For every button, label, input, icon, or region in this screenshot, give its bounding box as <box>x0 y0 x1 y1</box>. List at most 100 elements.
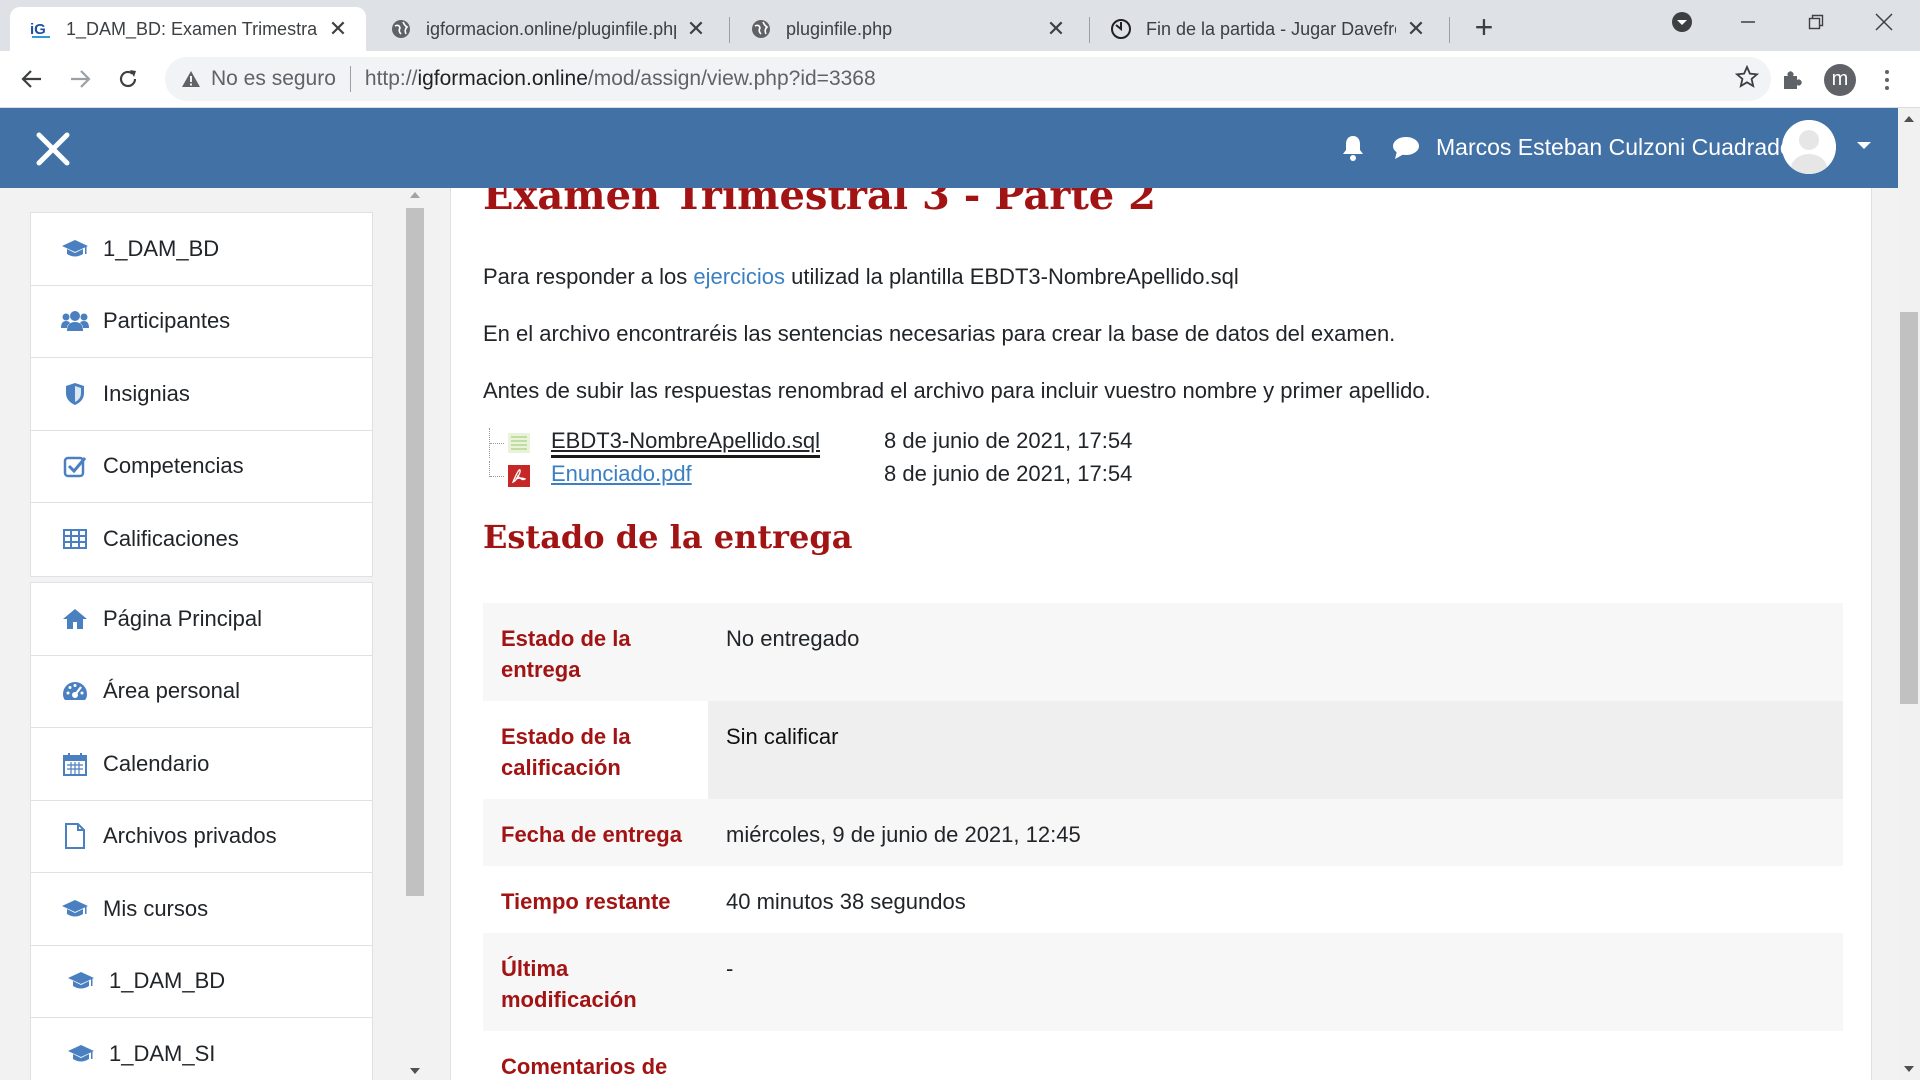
browser-tab[interactable]: igformacion.online/pluginfile.php ✕ <box>370 7 724 51</box>
status-label: Fecha de entrega <box>483 799 708 866</box>
close-tab-icon[interactable]: ✕ <box>684 16 708 41</box>
nav-item-course-dam-bd[interactable]: 1_DAM_BD <box>31 946 372 1018</box>
forward-button[interactable] <box>62 61 98 97</box>
arrow-right-icon <box>71 70 91 88</box>
browser-tab-strip: iG 1_DAM_BD: Examen Trimestral 3 ✕ igfor… <box>0 0 1920 51</box>
browser-menu-icon[interactable] <box>1876 65 1898 95</box>
check-square-icon <box>61 452 89 480</box>
file-row: Enunciado.pdf 8 de junio de 2021, 17:54 <box>489 461 1289 491</box>
browser-tab[interactable]: Fin de la partida - Jugar Davefron ✕ <box>1090 7 1444 51</box>
back-button[interactable] <box>14 61 50 97</box>
nav-item-course-dam-si[interactable]: 1_DAM_SI <box>31 1018 372 1080</box>
status-value: - <box>708 933 1843 1031</box>
chat-bubble-icon[interactable] <box>1392 136 1420 165</box>
nav-item-dashboard[interactable]: Área personal <box>31 656 372 728</box>
tab-title: 1_DAM_BD: Examen Trimestral 3 <box>66 18 318 39</box>
reload-button[interactable] <box>110 61 146 97</box>
nav-item-badges[interactable]: Insignias <box>31 358 372 431</box>
nav-item-home[interactable]: Página Principal <box>31 583 372 656</box>
new-tab-button[interactable]: + <box>1466 10 1502 46</box>
scroll-down-arrow-icon[interactable] <box>1904 1066 1914 1072</box>
nav-item-participants[interactable]: Participantes <box>31 286 372 358</box>
status-label: Estado de la calificación <box>501 724 631 780</box>
restore-button[interactable] <box>1784 0 1848 44</box>
drawer-scrollbar[interactable] <box>404 188 426 1080</box>
close-tab-icon[interactable]: ✕ <box>326 16 350 41</box>
close-window-button[interactable] <box>1852 0 1916 44</box>
user-silhouette-icon <box>1782 120 1836 174</box>
reload-icon <box>119 70 137 88</box>
status-value: miércoles, 9 de junio de 2021, 12:45 <box>708 799 1843 866</box>
page-scroll-thumb[interactable] <box>1900 312 1918 704</box>
tab-search-button[interactable] <box>1650 0 1714 44</box>
globe-icon <box>390 18 412 40</box>
tab-title: igformacion.online/pluginfile.php <box>426 18 676 39</box>
nav-item-private-files[interactable]: Archivos privados <box>31 801 372 873</box>
graduation-cap-icon <box>61 895 89 923</box>
page-scrollbar[interactable] <box>1898 108 1920 1080</box>
extensions-puzzle-icon[interactable] <box>1777 65 1807 95</box>
scroll-down-arrow-icon[interactable] <box>410 1068 420 1074</box>
intro-paragraph-1: Para responder a los ejercicios utilizad… <box>483 264 1239 290</box>
table-row: Última modificación - <box>483 933 1843 1031</box>
close-drawer-icon[interactable] <box>34 130 72 168</box>
intro-text: utilizad la plantilla EBDT3-NombreApelli… <box>785 264 1239 289</box>
status-value <box>708 1031 1843 1080</box>
tab-title: Fin de la partida - Jugar Davefron <box>1146 18 1396 39</box>
file-date: 8 de junio de 2021, 17:54 <box>884 428 1133 453</box>
chevron-down-circle-icon <box>1672 12 1692 32</box>
nav-item-label: 1_DAM_BD <box>109 968 226 994</box>
file-row: EBDT3-NombreApellido.sql 8 de junio de 2… <box>489 428 1289 458</box>
browser-tab[interactable]: pluginfile.php ✕ <box>730 7 1084 51</box>
drawer-scroll-thumb[interactable] <box>406 208 424 896</box>
scroll-up-arrow-icon[interactable] <box>1904 116 1914 122</box>
tab-title: pluginfile.php <box>786 18 893 39</box>
status-label: Tiempo restante <box>501 889 671 914</box>
ig-logo-icon: iG <box>30 18 52 40</box>
shield-icon <box>61 380 89 408</box>
file-link-sql[interactable]: EBDT3-NombreApellido.sql <box>551 428 820 458</box>
home-icon <box>61 605 89 633</box>
security-label[interactable]: No es seguro <box>211 67 336 91</box>
game-clock-icon <box>1110 18 1132 40</box>
address-bar[interactable]: No es seguro http://igformacion.online/m… <box>165 57 1771 101</box>
user-avatar[interactable] <box>1782 120 1836 174</box>
exercises-link[interactable]: ejercicios <box>693 264 785 289</box>
profile-avatar[interactable]: m <box>1824 64 1856 96</box>
minimize-button[interactable] <box>1716 0 1780 44</box>
calendar-icon <box>61 750 89 778</box>
nav-item-label: 1_DAM_BD <box>103 235 220 261</box>
users-icon <box>61 307 89 335</box>
arrow-left-icon <box>21 70 41 88</box>
tree-connector <box>489 461 504 477</box>
nav-item-label: Participantes <box>103 308 231 334</box>
nav-item-grades[interactable]: Calificaciones <box>31 503 372 576</box>
nav-item-calendar[interactable]: Calendario <box>31 728 372 801</box>
omnibox-divider <box>349 66 351 92</box>
user-name[interactable]: Marcos Esteban Culzoni Cuadrado <box>1436 134 1793 161</box>
browser-tab-active[interactable]: iG 1_DAM_BD: Examen Trimestral 3 ✕ <box>10 7 366 51</box>
graduation-cap-icon <box>67 967 95 995</box>
nav-drawer: 1_DAM_BD Participantes Insignias Compete… <box>0 188 450 1080</box>
table-icon <box>61 525 89 553</box>
close-tab-icon[interactable]: ✕ <box>1404 16 1428 41</box>
nav-item-my-courses[interactable]: Mis cursos <box>31 873 372 946</box>
warning-triangle-icon[interactable] <box>181 70 201 88</box>
user-menu-caret-icon[interactable] <box>1857 142 1871 149</box>
close-tab-icon[interactable]: ✕ <box>1044 16 1068 41</box>
nav-item-course[interactable]: 1_DAM_BD <box>31 213 372 286</box>
nav-item-label: Calificaciones <box>103 526 239 552</box>
minimize-icon <box>1741 21 1755 23</box>
graduation-cap-icon <box>61 235 89 263</box>
nav-item-label: Mis cursos <box>103 895 209 921</box>
table-row: Tiempo restante 40 minutos 38 segundos <box>483 866 1843 933</box>
bell-icon[interactable] <box>1340 134 1366 167</box>
bookmark-star-icon[interactable] <box>1734 64 1760 95</box>
file-link-pdf[interactable]: Enunciado.pdf <box>551 461 692 487</box>
nav-item-label: Página Principal <box>103 605 262 631</box>
nav-item-competencies[interactable]: Competencias <box>31 431 372 503</box>
intro-paragraph-3: Antes de subir las respuestas renombrad … <box>483 378 1431 403</box>
scroll-up-arrow-icon[interactable] <box>410 192 420 198</box>
site-nav-group: Página Principal Área personal Calendari… <box>30 582 373 1080</box>
course-nav-group: 1_DAM_BD Participantes Insignias Compete… <box>30 212 373 577</box>
